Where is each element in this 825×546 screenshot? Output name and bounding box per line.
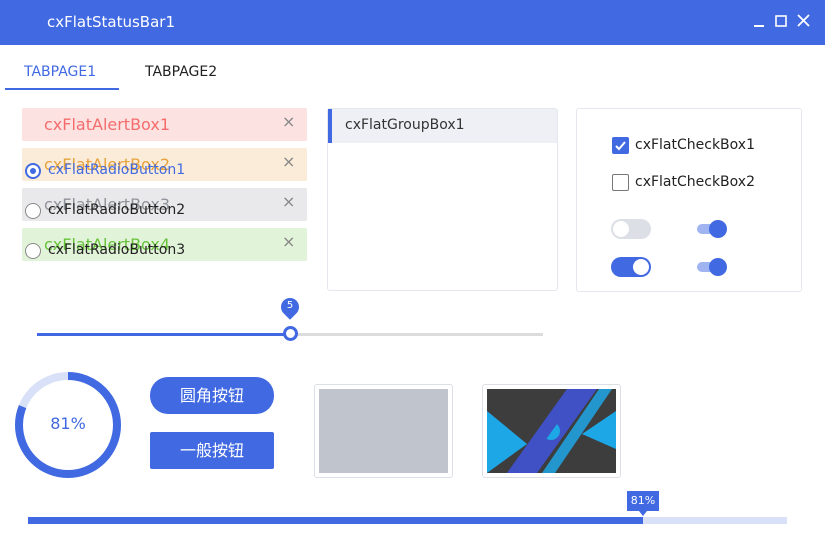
- alert-text: cxFlatAlertBox1: [44, 115, 170, 134]
- checkbox-checked-icon[interactable]: [612, 137, 629, 154]
- circular-progress-label: 81%: [50, 414, 86, 433]
- toggle-knob: [633, 259, 649, 275]
- minimize-icon[interactable]: [752, 13, 768, 29]
- slider-thumb[interactable]: [283, 326, 298, 341]
- image-box: [482, 384, 621, 478]
- rounded-button[interactable]: 圆角按钮: [150, 377, 274, 414]
- group-box-title: cxFlatGroupBox1: [345, 117, 465, 133]
- radio-label[interactable]: cxFlatRadioButton3: [48, 242, 185, 258]
- slider-fill: [37, 333, 290, 336]
- alert-box-danger: cxFlatAlertBox1 ×: [22, 108, 307, 141]
- image-box-empty: [314, 384, 453, 478]
- progress-fill: [28, 517, 643, 524]
- normal-button[interactable]: 一般按钮: [150, 432, 274, 469]
- checkbox-panel: [576, 108, 802, 292]
- toggle-knob: [709, 258, 727, 276]
- circular-progress: 81%: [13, 370, 123, 480]
- tab-tabpage2[interactable]: TABPAGE2: [145, 64, 217, 80]
- active-tab-indicator: [5, 88, 119, 90]
- image-placeholder: [319, 389, 448, 473]
- slider[interactable]: 5: [37, 294, 543, 346]
- checkbox-unchecked-icon[interactable]: [612, 174, 629, 191]
- toggle-switch-material-on-2[interactable]: [697, 257, 737, 277]
- title-bar[interactable]: cxFlatStatusBar1: [0, 0, 825, 45]
- group-box: cxFlatGroupBox1: [327, 108, 558, 291]
- radio-label[interactable]: cxFlatRadioButton1: [48, 162, 185, 178]
- progress-label: 81%: [627, 491, 659, 516]
- toggle-switch-material-on[interactable]: [697, 219, 737, 239]
- close-icon[interactable]: ×: [282, 114, 296, 130]
- group-box-header: cxFlatGroupBox1: [328, 109, 557, 143]
- close-icon[interactable]: ×: [282, 234, 296, 250]
- radio-label[interactable]: cxFlatRadioButton2: [48, 202, 185, 218]
- radio-unchecked-icon[interactable]: [25, 243, 41, 259]
- maximize-icon[interactable]: [774, 13, 790, 29]
- toggle-switch-off[interactable]: [611, 219, 651, 239]
- checkbox-label[interactable]: cxFlatCheckBox2: [635, 174, 755, 190]
- app-window: cxFlatStatusBar1 TABPAGE1 TABPAGE2 cxFla…: [0, 0, 825, 546]
- close-icon[interactable]: ×: [282, 154, 296, 170]
- checkbox-label[interactable]: cxFlatCheckBox1: [635, 137, 755, 153]
- tab-bar: TABPAGE1 TABPAGE2: [0, 45, 825, 91]
- close-icon[interactable]: [796, 13, 812, 29]
- toggle-knob: [709, 220, 727, 238]
- slider-value: 5: [286, 300, 294, 311]
- slider-value-tooltip: 5: [277, 294, 303, 322]
- progress-bar: 81%: [28, 491, 787, 524]
- radio-checked-icon[interactable]: [25, 163, 41, 179]
- radio-unchecked-icon[interactable]: [25, 203, 41, 219]
- toggle-switch-on[interactable]: [611, 257, 651, 277]
- window-title: cxFlatStatusBar1: [47, 13, 175, 31]
- logo-image: [487, 389, 616, 473]
- tab-tabpage1[interactable]: TABPAGE1: [24, 64, 96, 80]
- close-icon[interactable]: ×: [282, 194, 296, 210]
- toggle-knob: [613, 221, 629, 237]
